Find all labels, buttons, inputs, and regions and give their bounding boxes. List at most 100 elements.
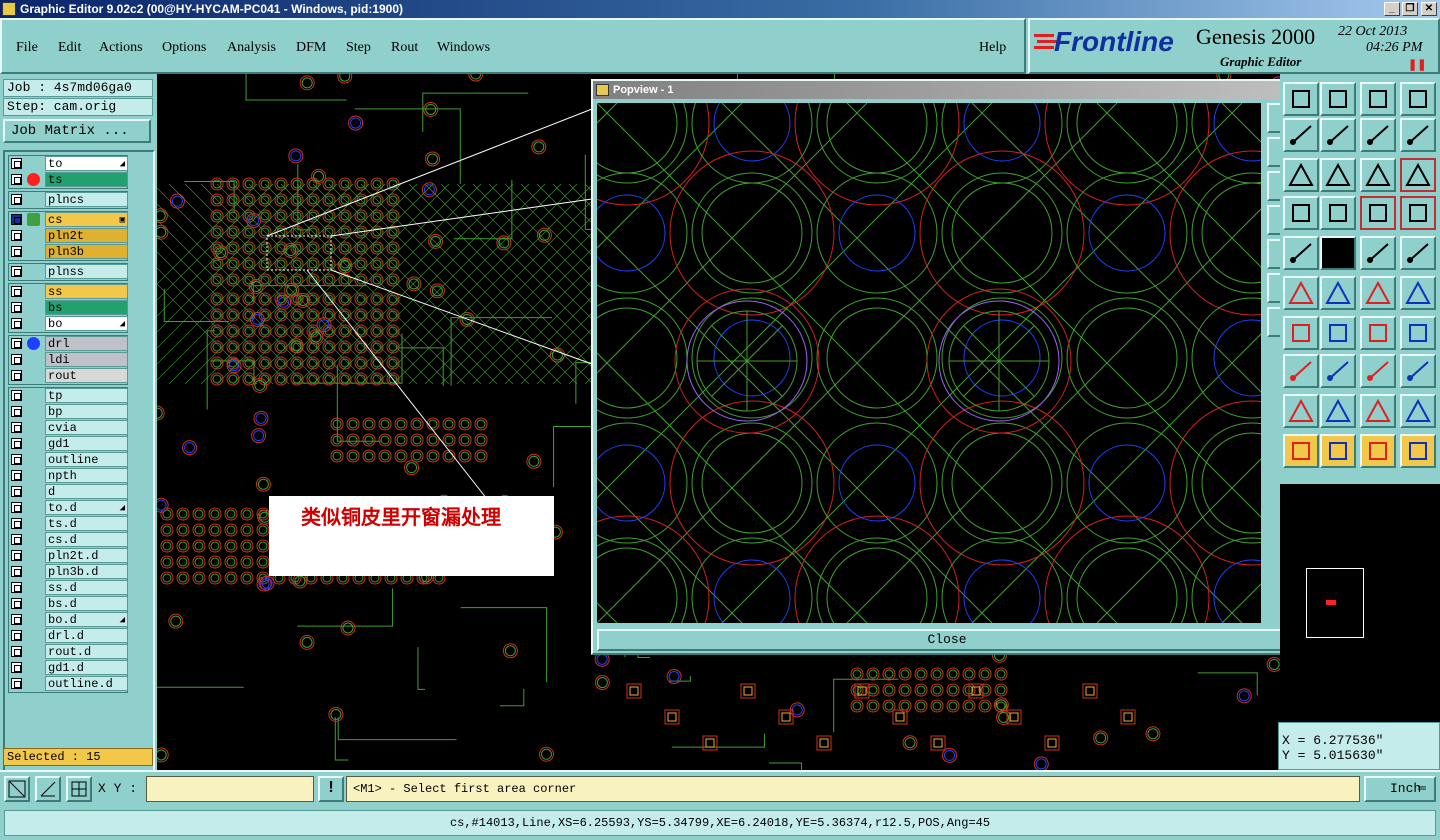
layer-checkbox[interactable]	[11, 614, 22, 625]
tool-route-icon[interactable]	[1400, 434, 1436, 468]
layer-checkbox[interactable]	[11, 214, 22, 225]
popview-canvas[interactable]	[597, 103, 1261, 623]
menu-edit[interactable]: Edit	[58, 40, 81, 56]
layer-row-drl-d[interactable]: drl.d	[9, 628, 128, 643]
layer-row-rout[interactable]: rout	[9, 368, 128, 383]
menu-dfm[interactable]: DFM	[296, 40, 326, 56]
layer-checkbox[interactable]	[11, 230, 22, 241]
layer-name[interactable]: drl	[45, 336, 128, 351]
layer-name[interactable]: bp	[45, 404, 128, 419]
layer-row-rout-d[interactable]: rout.d	[9, 644, 128, 659]
layer-row-tp[interactable]: tp	[9, 388, 128, 403]
tool-swap-icon[interactable]	[1360, 118, 1396, 152]
layer-row-cs[interactable]: cs ▣	[9, 212, 128, 227]
layer-row-outline-d[interactable]: outline.d	[9, 676, 128, 691]
layer-row-ts[interactable]: ts	[9, 172, 128, 187]
tool-traffic-alt-icon[interactable]	[1400, 196, 1436, 230]
tool-ruler-icon[interactable]	[1360, 236, 1396, 270]
menu-rout[interactable]: Rout	[391, 40, 418, 56]
tool-blank[interactable]	[1283, 82, 1319, 116]
layer-name[interactable]: ss	[45, 284, 128, 299]
layer-checkbox[interactable]	[11, 534, 22, 545]
tool-help-icon[interactable]	[1400, 158, 1436, 192]
menu-analysis[interactable]: Analysis	[227, 40, 276, 56]
layer-name[interactable]: rout.d	[45, 644, 128, 659]
menu-help[interactable]: Help	[979, 40, 1006, 56]
layer-name[interactable]: to.d ◢	[45, 500, 128, 515]
layer-name[interactable]: pln3b	[45, 244, 128, 259]
layer-checkbox[interactable]	[11, 390, 22, 401]
layer-row-npth[interactable]: npth	[9, 468, 128, 483]
layer-row-drl[interactable]: drl	[9, 336, 128, 351]
layer-row-plncs[interactable]: plncs	[9, 192, 128, 207]
layer-name[interactable]: ts.d	[45, 516, 128, 531]
tool-snake-icon[interactable]	[1400, 118, 1436, 152]
layer-row-cvia[interactable]: cvia	[9, 420, 128, 435]
layer-checkbox[interactable]	[11, 502, 22, 513]
tool-pad-icon[interactable]	[1400, 236, 1436, 270]
layer-checkbox[interactable]	[11, 646, 22, 657]
tool-blank[interactable]	[1283, 394, 1319, 428]
layer-checkbox[interactable]	[11, 158, 22, 169]
tool-arch-icon[interactable]	[1360, 394, 1396, 428]
layer-name[interactable]: pln2t.d	[45, 548, 128, 563]
layer-row-bs-d[interactable]: bs.d	[9, 596, 128, 611]
layer-name[interactable]: cvia	[45, 420, 128, 435]
layer-name[interactable]: tp	[45, 388, 128, 403]
tool-blank[interactable]	[1283, 158, 1319, 192]
layer-checkbox[interactable]	[11, 266, 22, 277]
tool-pads-icon[interactable]	[1400, 354, 1436, 388]
job-matrix-button[interactable]: Job Matrix ...	[3, 119, 151, 143]
layer-name[interactable]: cs ▣	[45, 212, 128, 227]
xy-input[interactable]	[146, 776, 314, 802]
tool-arc-icon[interactable]	[1360, 316, 1396, 350]
layer-row-to-d[interactable]: to.d ◢	[9, 500, 128, 515]
layer-checkbox[interactable]	[11, 194, 22, 205]
tool-line-icon[interactable]	[1360, 276, 1396, 310]
layer-row-pln3b-d[interactable]: pln3b.d	[9, 564, 128, 579]
tool-line-alt-icon[interactable]	[1400, 276, 1436, 310]
layer-checkbox[interactable]	[11, 302, 22, 313]
tool-traffic-icon[interactable]	[1360, 196, 1396, 230]
layer-row-bo-d[interactable]: bo.d ◢	[9, 612, 128, 627]
layer-checkbox[interactable]	[11, 598, 22, 609]
layer-checkbox[interactable]	[11, 454, 22, 465]
menu-options[interactable]: Options	[162, 40, 206, 56]
menu-file[interactable]: File	[16, 40, 38, 56]
minimize-button[interactable]: _	[1384, 2, 1400, 16]
layer-name[interactable]: cs.d	[45, 532, 128, 547]
layer-checkbox[interactable]	[11, 630, 22, 641]
menu-actions[interactable]: Actions	[99, 40, 143, 56]
layer-checkbox[interactable]	[11, 550, 22, 561]
layer-checkbox[interactable]	[11, 438, 22, 449]
tool-blank[interactable]	[1283, 276, 1319, 310]
layer-name[interactable]: outline.d	[45, 676, 128, 691]
menu-windows[interactable]: Windows	[437, 40, 490, 56]
tool-blank[interactable]	[1283, 196, 1319, 230]
layer-row-gd1[interactable]: gd1	[9, 436, 128, 451]
layer-name[interactable]: outline	[45, 452, 128, 467]
restore-button[interactable]: ❐	[1402, 2, 1418, 16]
layer-checkbox[interactable]	[11, 518, 22, 529]
layer-checkbox[interactable]	[11, 354, 22, 365]
popview-zoom-view[interactable]	[597, 103, 1261, 623]
layer-row-pln3b[interactable]: pln3b	[9, 244, 128, 259]
layer-row-ldi[interactable]: ldi	[9, 352, 128, 367]
layer-row-to[interactable]: to ◢	[9, 156, 128, 171]
layer-row-pln2t[interactable]: pln2t	[9, 228, 128, 243]
tool-pointer-icon[interactable]	[1360, 434, 1396, 468]
tool-blank[interactable]	[1283, 316, 1319, 350]
layer-row-ts-d[interactable]: ts.d	[9, 516, 128, 531]
layer-row-bp[interactable]: bp	[9, 404, 128, 419]
layer-checkbox[interactable]	[11, 318, 22, 329]
layer-checkbox[interactable]	[11, 406, 22, 417]
layer-name[interactable]: gd1.d	[45, 660, 128, 675]
overview-map[interactable]	[1280, 484, 1440, 722]
units-selector[interactable]: Inch ═	[1364, 776, 1436, 802]
layer-checkbox[interactable]	[11, 286, 22, 297]
layer-name[interactable]: ldi	[45, 352, 128, 367]
tool-diag-icon[interactable]	[1320, 316, 1356, 350]
tool-dark-icon[interactable]	[1320, 236, 1356, 270]
layer-checkbox[interactable]	[11, 174, 22, 185]
tool-move-icon[interactable]	[1320, 354, 1356, 388]
